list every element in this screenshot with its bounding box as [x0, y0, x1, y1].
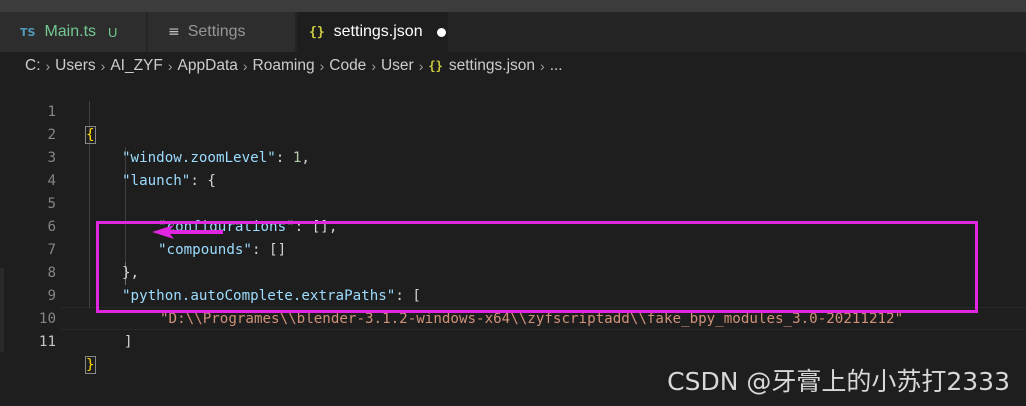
breadcrumb-item[interactable]: AppData [178, 57, 238, 75]
annotation-arrow-icon [152, 225, 223, 239]
code-line[interactable]: 2 "window.zoomLevel": 1, [0, 101, 1026, 166]
json-file-icon: {} [309, 24, 325, 40]
breadcrumb-item[interactable]: C: [25, 57, 41, 75]
breadcrumb-symbols[interactable]: ... [550, 57, 563, 75]
breadcrumb-item[interactable]: AI_ZYF [110, 57, 163, 75]
code-line[interactable]: 3 "launch": { [0, 124, 1026, 189]
title-bar [0, 0, 1026, 12]
chevron-right-icon: › [45, 58, 51, 74]
code-line[interactable]: 1 { [0, 78, 1026, 144]
tab-main-ts[interactable]: TS Main.ts U [0, 12, 147, 52]
breadcrumb: C: › Users › AI_ZYF › AppData › Roaming … [0, 52, 1026, 80]
vscode-window: TS Main.ts U ≡ Settings {} settings.json… [0, 0, 1026, 406]
watermark-text: CSDN @牙膏上的小苏打2333 [667, 367, 1010, 396]
chevron-right-icon: › [242, 58, 248, 74]
settings-list-icon: ≡ [168, 24, 180, 40]
untracked-badge: U [108, 24, 118, 40]
chevron-right-icon: › [418, 58, 424, 74]
tab-label: Settings [187, 23, 246, 40]
breadcrumb-item[interactable]: Roaming [253, 57, 315, 75]
breadcrumb-item[interactable]: Code [329, 57, 366, 75]
unsaved-changes-dot-icon[interactable] [436, 27, 446, 37]
chevron-right-icon: › [540, 58, 545, 74]
breadcrumb-item[interactable]: Users [55, 57, 95, 75]
json-brace: } [85, 356, 96, 374]
json-file-icon: {} [428, 59, 443, 73]
chevron-right-icon: › [167, 58, 173, 74]
breadcrumb-item[interactable]: User [381, 57, 414, 75]
annotation-highlight-box [96, 221, 978, 313]
scroll-edge [0, 268, 4, 352]
chevron-right-icon: › [319, 58, 325, 74]
tab-label: Main.ts [44, 23, 97, 40]
typescript-file-icon: TS [20, 25, 36, 39]
line-number: 11 [38, 334, 56, 350]
code-line[interactable]: 5 "configurations": [], [0, 170, 1026, 235]
breadcrumb-file[interactable]: settings.json [449, 57, 535, 75]
tab-settings[interactable]: ≡ Settings [148, 12, 296, 52]
chevron-right-icon: › [100, 58, 106, 74]
tab-settings-json[interactable]: {} settings.json [297, 12, 449, 52]
code-line[interactable]: 4 [0, 147, 1026, 189]
tab-label: settings.json [333, 23, 423, 40]
tab-bar: TS Main.ts U ≡ Settings {} settings.json [0, 12, 1026, 52]
json-punct: ] [124, 334, 133, 350]
code-line[interactable]: 6 "compounds": [] [0, 193, 1026, 258]
chevron-right-icon: › [371, 58, 376, 74]
